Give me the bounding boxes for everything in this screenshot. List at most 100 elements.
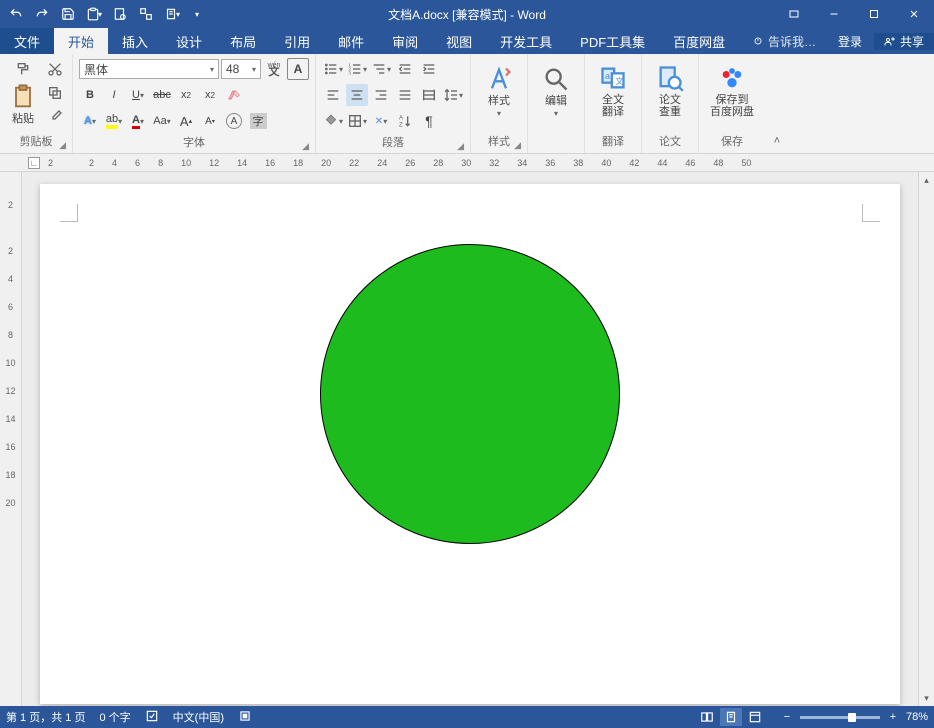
view-web-button[interactable] xyxy=(744,708,766,726)
save-button[interactable] xyxy=(58,4,78,24)
view-print-button[interactable] xyxy=(720,708,742,726)
customize-qat-button[interactable]: ▾ xyxy=(188,4,208,24)
sort-button[interactable]: AZ xyxy=(394,110,416,132)
page[interactable] xyxy=(40,184,900,704)
font-size-select[interactable]: 48▾ xyxy=(221,59,261,79)
font-dialog-launcher[interactable]: ◢ xyxy=(302,141,309,152)
scroll-down-button[interactable]: ▾ xyxy=(919,690,934,706)
copy-button[interactable] xyxy=(44,82,66,104)
strikethrough-button[interactable]: abc xyxy=(151,84,173,106)
cut-button[interactable] xyxy=(44,58,66,80)
shrink-font-button[interactable]: A▾ xyxy=(199,110,221,132)
tab-developer[interactable]: 开发工具 xyxy=(486,28,566,54)
minimize-button[interactable] xyxy=(814,0,854,28)
paragraph-dialog-launcher[interactable]: ◢ xyxy=(457,141,464,152)
bullets-button[interactable]: ▾ xyxy=(322,58,344,80)
justify-button[interactable] xyxy=(394,84,416,106)
character-shading-button[interactable]: 字 xyxy=(247,110,269,132)
zoom-percent[interactable]: 78% xyxy=(906,711,928,723)
numbering-button[interactable]: 123▾ xyxy=(346,58,368,80)
styles-button[interactable]: 样式 ▾ xyxy=(477,58,521,124)
login-button[interactable]: 登录 xyxy=(826,33,874,50)
font-color-button[interactable]: A▾ xyxy=(127,110,149,132)
character-border-button[interactable]: A xyxy=(287,58,309,80)
zoom-slider[interactable] xyxy=(800,716,880,719)
line-spacing-button[interactable]: ▾ xyxy=(442,84,464,106)
translate-button[interactable]: a文 全文 翻译 xyxy=(591,58,635,124)
tab-view[interactable]: 视图 xyxy=(432,28,486,54)
align-right-button[interactable] xyxy=(370,84,392,106)
redo-button[interactable] xyxy=(32,4,52,24)
tab-file[interactable]: 文件 xyxy=(0,28,54,54)
multilevel-list-button[interactable]: ▾ xyxy=(370,58,392,80)
format-painter-button[interactable] xyxy=(44,106,66,128)
tab-pdf[interactable]: PDF工具集 xyxy=(566,28,659,54)
format-painter-toggle-icon[interactable] xyxy=(6,58,40,80)
show-marks-button[interactable]: ¶ xyxy=(418,110,440,132)
vertical-scrollbar[interactable]: ▴ ▾ xyxy=(918,172,934,706)
collapse-ribbon-button[interactable]: ˄ xyxy=(765,54,789,153)
distributed-button[interactable] xyxy=(418,84,440,106)
tab-layout[interactable]: 布局 xyxy=(216,28,270,54)
editing-button[interactable]: 编辑 ▾ xyxy=(534,58,578,124)
tell-me-search[interactable]: 告诉我… xyxy=(742,33,826,50)
paste-qat-button[interactable]: ▾ xyxy=(84,4,104,24)
change-case-button[interactable]: Aa▾ xyxy=(151,110,173,132)
underline-button[interactable]: U▾ xyxy=(127,84,149,106)
scroll-track[interactable] xyxy=(919,188,934,690)
ribbon-display-button[interactable] xyxy=(774,0,814,28)
clear-formatting-button[interactable] xyxy=(223,84,245,106)
text-effects-button[interactable]: A▾ xyxy=(79,110,101,132)
zoom-in-button[interactable]: + xyxy=(886,711,900,723)
decrease-indent-button[interactable] xyxy=(394,58,416,80)
status-macro-icon[interactable] xyxy=(238,709,252,726)
superscript-button[interactable]: x2 xyxy=(199,84,221,106)
styles-dialog-launcher[interactable]: ◢ xyxy=(514,140,521,151)
scroll-up-button[interactable]: ▴ xyxy=(919,172,934,188)
tab-selector[interactable]: ∟ xyxy=(28,157,40,169)
check-button[interactable]: 论文 查重 xyxy=(648,58,692,124)
document-scroll[interactable] xyxy=(22,172,918,706)
undo-button[interactable] xyxy=(6,4,26,24)
zoom-out-button[interactable]: − xyxy=(780,711,794,723)
status-page[interactable]: 第 1 页，共 1 页 xyxy=(6,709,85,725)
paste-button[interactable]: 粘贴 xyxy=(6,80,40,128)
close-button[interactable] xyxy=(894,0,934,28)
quick-print-button[interactable]: ▾ xyxy=(162,4,182,24)
align-center-button[interactable] xyxy=(346,84,368,106)
tab-review[interactable]: 审阅 xyxy=(378,28,432,54)
maximize-button[interactable] xyxy=(854,0,894,28)
preview-button[interactable] xyxy=(110,4,130,24)
tab-baidu[interactable]: 百度网盘 xyxy=(659,28,739,54)
save-baidu-button[interactable]: 保存到 百度网盘 xyxy=(705,58,759,124)
share-button[interactable]: 共享 xyxy=(874,33,934,50)
phonetic-guide-button[interactable]: wén文 xyxy=(263,58,285,80)
view-read-button[interactable] xyxy=(696,708,718,726)
tab-references[interactable]: 引用 xyxy=(270,28,324,54)
status-lang[interactable]: 中文(中国) xyxy=(173,709,224,725)
subscript-button[interactable]: x2 xyxy=(175,84,197,106)
status-proofing-icon[interactable] xyxy=(145,709,159,726)
tab-home[interactable]: 开始 xyxy=(54,28,108,54)
clipboard-dialog-launcher[interactable]: ◢ xyxy=(59,140,66,151)
zoom-slider-thumb[interactable] xyxy=(848,713,856,722)
align-left-button[interactable] xyxy=(322,84,344,106)
ruler-vertical[interactable]: 22468101214161820 xyxy=(0,172,22,706)
bold-button[interactable]: B xyxy=(79,84,101,106)
shading-button[interactable]: ▾ xyxy=(322,110,344,132)
ruler-horizontal[interactable]: ∟ 22468101214161820222426283032343638404… xyxy=(0,154,934,172)
highlight-button[interactable]: ab▾ xyxy=(103,110,125,132)
repeat-button[interactable] xyxy=(136,4,156,24)
status-words[interactable]: 0 个字 xyxy=(99,709,130,725)
tab-mailings[interactable]: 邮件 xyxy=(324,28,378,54)
asian-layout-button[interactable]: ✕▾ xyxy=(370,110,392,132)
enclose-characters-button[interactable]: A xyxy=(223,110,245,132)
grow-font-button[interactable]: A▴ xyxy=(175,110,197,132)
tab-insert[interactable]: 插入 xyxy=(108,28,162,54)
increase-indent-button[interactable] xyxy=(418,58,440,80)
font-family-select[interactable]: 黑体▾ xyxy=(79,59,219,79)
borders-button[interactable]: ▾ xyxy=(346,110,368,132)
shape-circle[interactable] xyxy=(320,244,620,544)
italic-button[interactable]: I xyxy=(103,84,125,106)
tab-design[interactable]: 设计 xyxy=(162,28,216,54)
